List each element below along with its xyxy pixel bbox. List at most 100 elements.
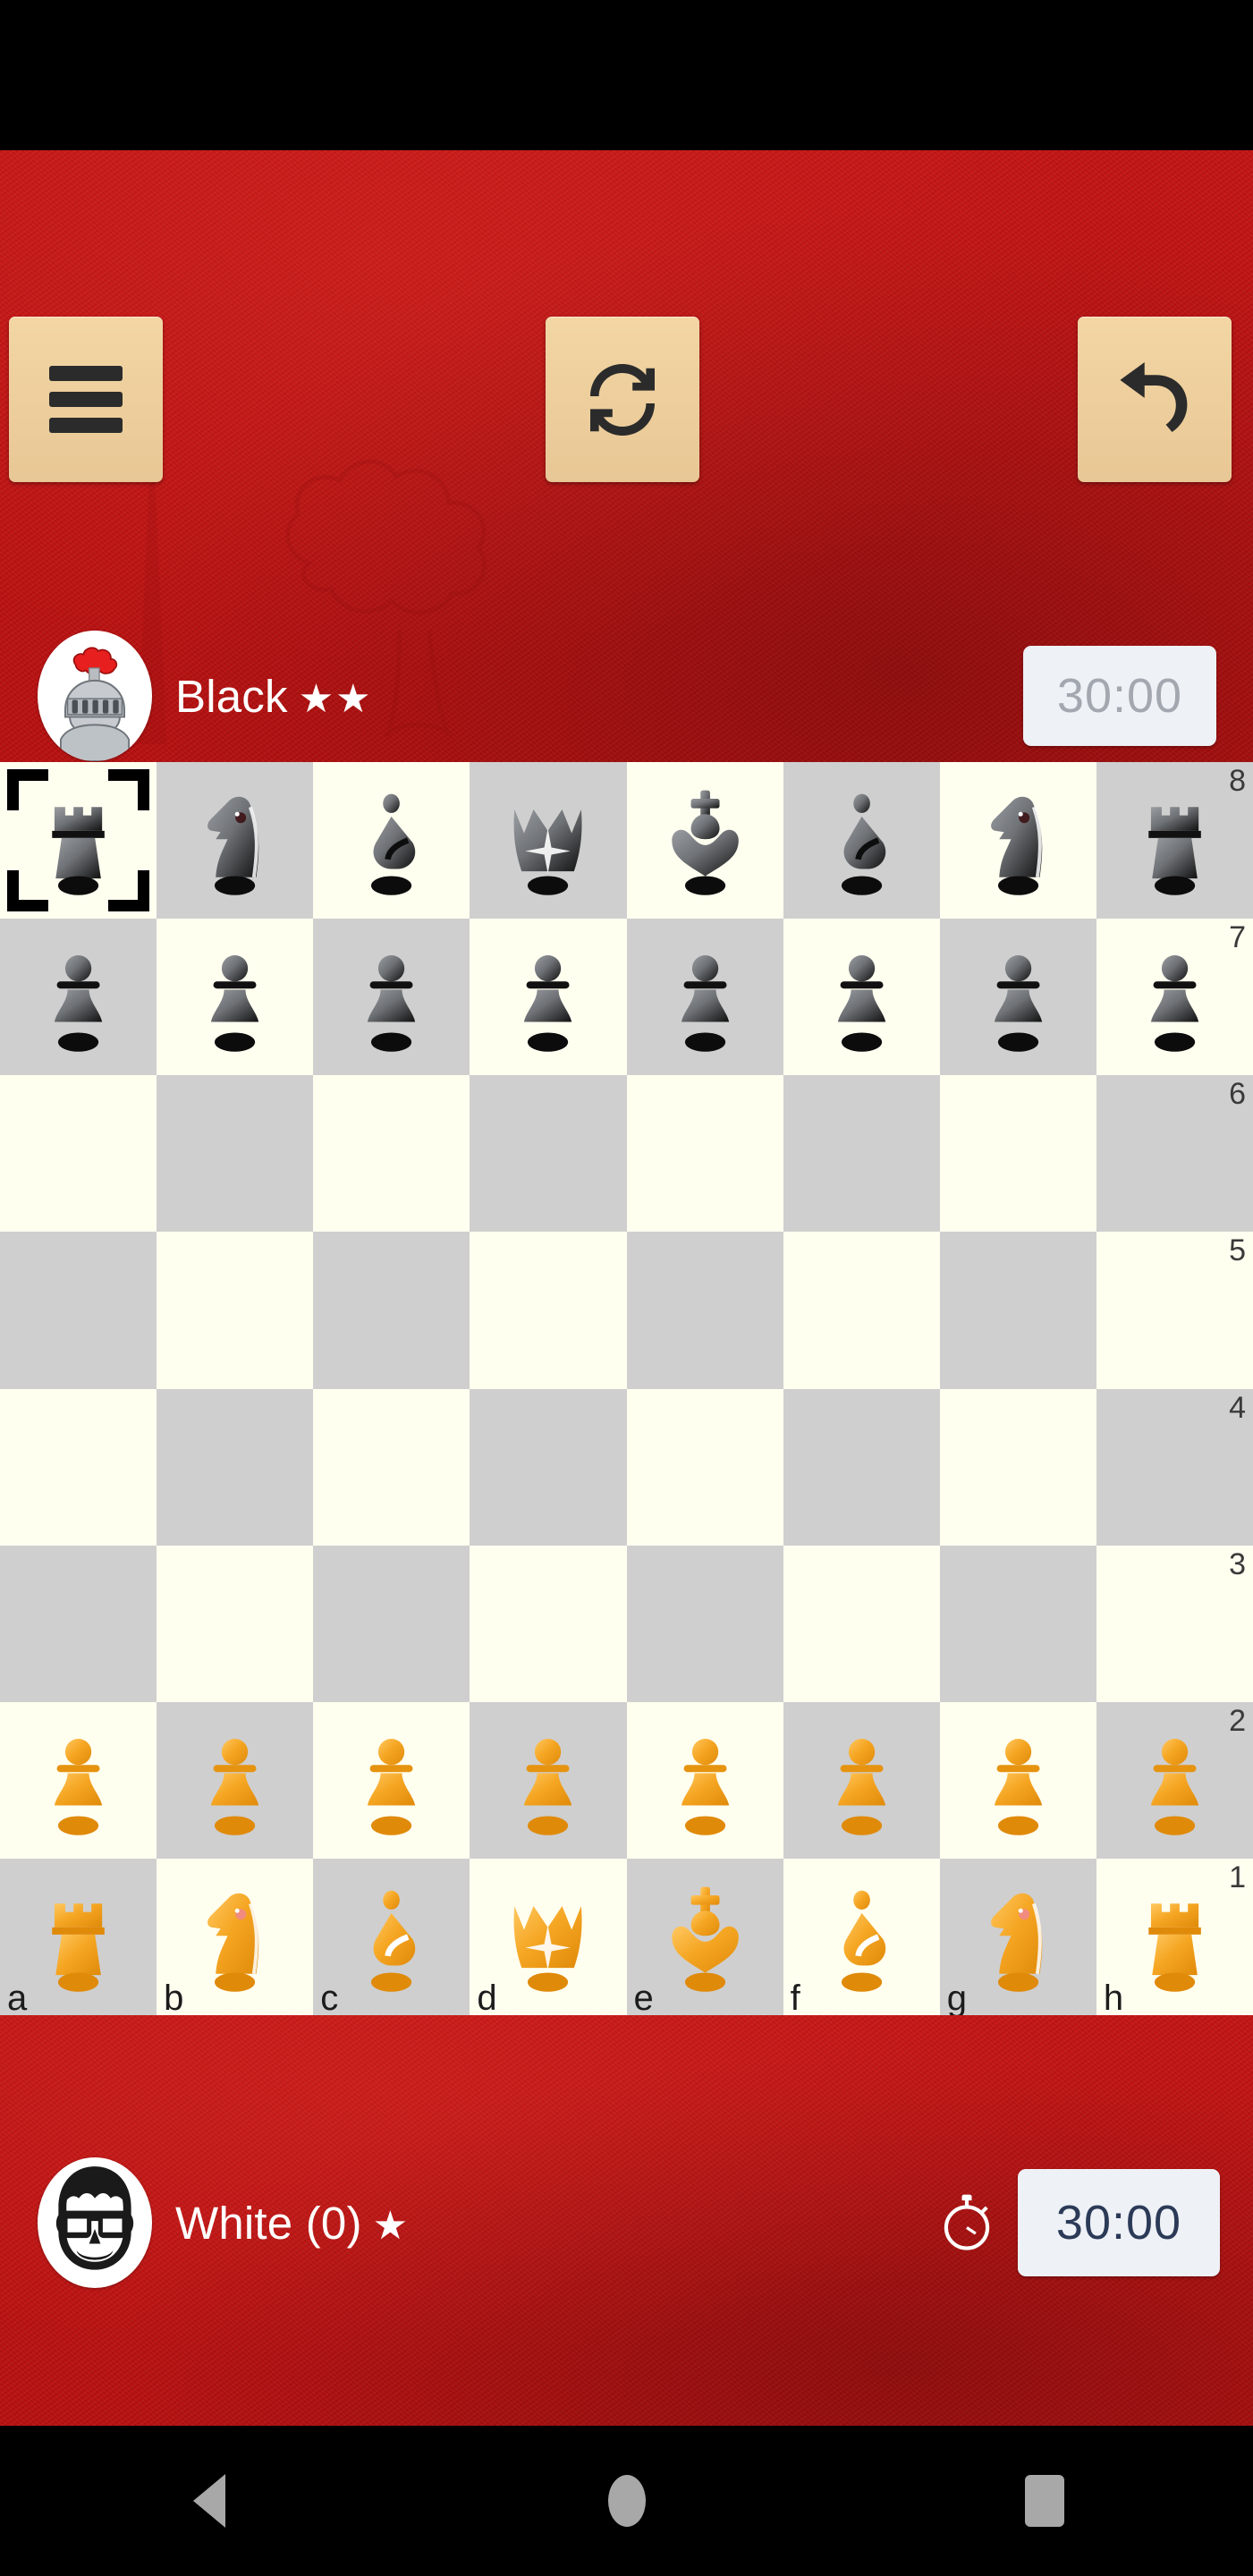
board-square-g2[interactable] <box>939 1701 1096 1859</box>
rank-label-1: 1 <box>1229 1860 1246 1894</box>
board-square-h8[interactable]: 8 <box>1096 762 1253 919</box>
black-player-row[interactable]: Black ★★ 30:00 <box>0 615 1253 776</box>
board-square-c1[interactable]: c <box>313 1858 470 2018</box>
board-square-g1[interactable]: g <box>939 1858 1096 2018</box>
board-square-e4[interactable] <box>626 1388 783 1546</box>
board-square-f4[interactable] <box>783 1388 940 1546</box>
board-square-c4[interactable] <box>313 1388 470 1546</box>
rank-label-2: 2 <box>1229 1703 1246 1738</box>
board-square-e5[interactable] <box>626 1232 783 1389</box>
android-back-triangle-icon[interactable] <box>174 2465 245 2537</box>
android-home-circle-icon[interactable] <box>591 2465 663 2537</box>
board-square-d8[interactable] <box>470 762 627 919</box>
board-square-g3[interactable] <box>939 1545 1096 1702</box>
board-square-a8[interactable] <box>0 762 157 919</box>
board-square-f3[interactable] <box>783 1545 940 1702</box>
board-square-c7[interactable] <box>313 919 470 1076</box>
board-square-f7[interactable] <box>783 919 940 1076</box>
file-label-b: b <box>164 1979 184 2018</box>
board-square-h4[interactable]: 4 <box>1096 1388 1253 1546</box>
board-square-d1[interactable]: d <box>470 1858 627 2018</box>
undo-arrow-icon <box>1120 361 1188 432</box>
rank-label-5: 5 <box>1229 1233 1246 1268</box>
board-square-f1[interactable]: f <box>783 1858 940 2018</box>
board-square-d4[interactable] <box>470 1388 627 1546</box>
board-square-b2[interactable] <box>157 1701 314 1859</box>
board-square-b4[interactable] <box>157 1388 314 1546</box>
black-clock[interactable]: 30:00 <box>1023 646 1216 746</box>
top-background-panel: Black ★★ 30:00 <box>0 150 1253 762</box>
board-square-f5[interactable] <box>783 1232 940 1389</box>
board-square-e1[interactable]: e <box>626 1858 783 2018</box>
file-label-d: d <box>477 1979 497 2018</box>
stopwatch-icon <box>944 2194 990 2250</box>
board-square-g6[interactable] <box>939 1075 1096 1233</box>
file-label-g: g <box>946 1979 967 2018</box>
android-navigation-bar[interactable] <box>0 2426 1253 2576</box>
board-square-a6[interactable] <box>0 1075 157 1233</box>
board-square-e3[interactable] <box>626 1545 783 1702</box>
file-label-e: e <box>633 1979 654 2018</box>
board-square-d6[interactable] <box>470 1075 627 1233</box>
white-name-text: White (0) <box>175 2197 362 2249</box>
board-square-d7[interactable] <box>470 919 627 1076</box>
bottom-background-panel: White (0) ★ 30:00 <box>0 2015 1253 2426</box>
rank-label-8: 8 <box>1229 764 1246 798</box>
board-square-b8[interactable] <box>157 762 314 919</box>
black-player-name: Black ★★ <box>175 670 373 723</box>
board-square-h5[interactable]: 5 <box>1096 1232 1253 1389</box>
undo-button[interactable] <box>1078 317 1232 482</box>
board-square-a2[interactable] <box>0 1701 157 1859</box>
board-square-b5[interactable] <box>157 1232 314 1389</box>
file-label-a: a <box>7 1979 28 2018</box>
board-square-a3[interactable] <box>0 1545 157 1702</box>
refresh-rotate-icon <box>590 363 655 436</box>
board-square-f6[interactable] <box>783 1075 940 1233</box>
board-square-f8[interactable] <box>783 762 940 919</box>
board-square-c5[interactable] <box>313 1232 470 1389</box>
board-square-e2[interactable] <box>626 1701 783 1859</box>
board-square-a1[interactable]: a <box>0 1858 157 2018</box>
board-square-d3[interactable] <box>470 1545 627 1702</box>
board-square-f2[interactable] <box>783 1701 940 1859</box>
board-square-c3[interactable] <box>313 1545 470 1702</box>
menu-button[interactable] <box>9 317 163 482</box>
board-square-h7[interactable]: 7 <box>1096 919 1253 1076</box>
board-square-h2[interactable]: 2 <box>1096 1701 1253 1859</box>
board-square-c8[interactable] <box>313 762 470 919</box>
android-recents-square-icon[interactable] <box>1009 2465 1080 2537</box>
white-clock[interactable]: 30:00 <box>1018 2169 1220 2276</box>
black-rating-stars: ★★ <box>298 676 373 721</box>
rank-label-7: 7 <box>1229 920 1246 955</box>
white-player-row[interactable]: White (0) ★ 30:00 <box>0 2142 1253 2303</box>
board-square-b7[interactable] <box>157 919 314 1076</box>
board-square-b6[interactable] <box>157 1075 314 1233</box>
board-square-e8[interactable] <box>626 762 783 919</box>
board-square-b3[interactable] <box>157 1545 314 1702</box>
board-square-g8[interactable] <box>939 762 1096 919</box>
board-square-e6[interactable] <box>626 1075 783 1233</box>
board-square-c2[interactable] <box>313 1701 470 1859</box>
board-square-h3[interactable]: 3 <box>1096 1545 1253 1702</box>
hamburger-menu-icon <box>49 355 123 444</box>
board-square-g7[interactable] <box>939 919 1096 1076</box>
board-square-h6[interactable]: 6 <box>1096 1075 1253 1233</box>
android-status-bar <box>0 0 1253 150</box>
board-square-h1[interactable]: 1h <box>1096 1858 1253 2018</box>
rank-label-4: 4 <box>1229 1390 1246 1425</box>
board-square-d5[interactable] <box>470 1232 627 1389</box>
chess-board[interactable]: 8 7 65 4 3 2 a b cd e f g 1h <box>0 762 1253 2018</box>
board-square-d2[interactable] <box>470 1701 627 1859</box>
flip-board-button[interactable] <box>546 317 699 482</box>
board-square-e7[interactable] <box>626 919 783 1076</box>
board-square-b1[interactable]: b <box>157 1858 314 2018</box>
board-square-c6[interactable] <box>313 1075 470 1233</box>
black-name-text: Black <box>175 670 288 722</box>
file-label-f: f <box>790 1979 800 2018</box>
board-square-a5[interactable] <box>0 1232 157 1389</box>
board-square-g5[interactable] <box>939 1232 1096 1389</box>
board-square-a7[interactable] <box>0 919 157 1076</box>
rank-label-3: 3 <box>1229 1546 1246 1581</box>
board-square-g4[interactable] <box>939 1388 1096 1546</box>
board-square-a4[interactable] <box>0 1388 157 1546</box>
